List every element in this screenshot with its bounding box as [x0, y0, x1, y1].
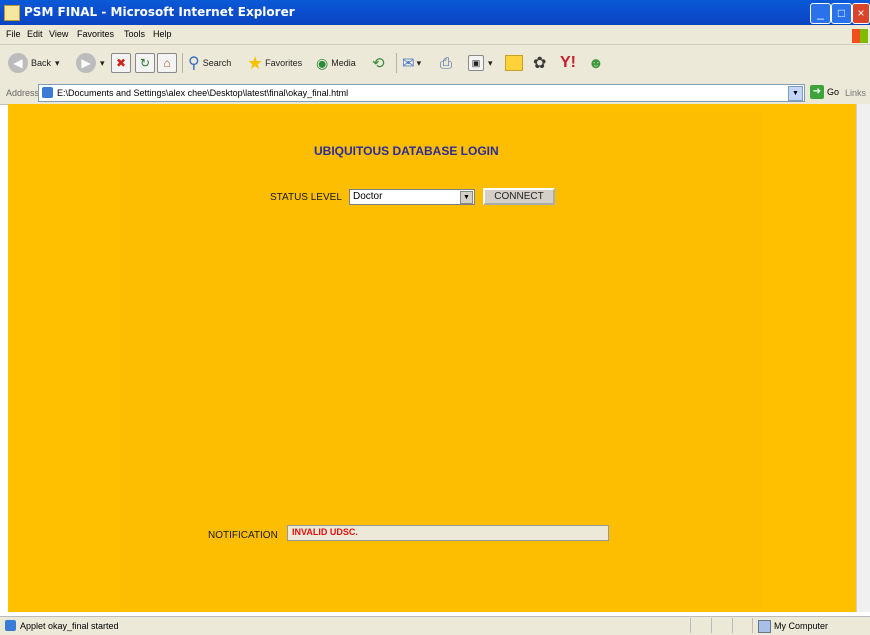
status-level-select[interactable]: Doctor ▼ — [349, 189, 475, 205]
media-icon: ◉ — [316, 54, 329, 71]
toolbar: ◀ Back ▾ ▶ ▾ ✖ ↻ ⌂ ⚲ Search ★ Favorites … — [0, 45, 870, 83]
back-label: Back — [31, 58, 52, 68]
search-button[interactable]: ⚲ Search — [188, 52, 231, 74]
toolbar-separator — [396, 53, 397, 73]
edit-button[interactable]: ▣ ▾ — [468, 52, 493, 74]
ie-page-icon — [42, 87, 53, 98]
messenger-icon: ✿ — [533, 55, 547, 72]
msn-messenger-button[interactable]: ☻ — [588, 52, 604, 74]
close-button[interactable]: × — [852, 3, 870, 24]
back-button[interactable]: ◀ Back ▾ — [8, 52, 60, 74]
chevron-down-icon[interactable]: ▾ — [488, 58, 493, 69]
security-zone: My Computer — [752, 618, 869, 633]
search-icon: ⚲ — [188, 55, 200, 72]
ie-page-icon — [4, 5, 20, 21]
menu-favorites[interactable]: Favorites — [77, 29, 114, 39]
chevron-down-icon[interactable]: ▾ — [100, 58, 105, 69]
edit-icon: ▣ — [468, 55, 484, 71]
favorites-label: Favorites — [265, 58, 303, 68]
history-button[interactable]: ⟲ — [372, 52, 385, 74]
menu-view[interactable]: View — [49, 29, 68, 39]
go-label: Go — [827, 87, 840, 97]
notification-value: INVALID UDSC. — [292, 527, 358, 537]
stop-icon: ✖ — [111, 53, 131, 73]
go-arrow-icon: ➜ — [810, 85, 824, 99]
applet-icon — [5, 620, 16, 631]
address-input[interactable]: E:\Documents and Settings\alex chee\Desk… — [38, 84, 805, 102]
windows-logo-icon — [852, 29, 868, 43]
status-level-value: Doctor — [353, 191, 383, 202]
chevron-down-icon[interactable]: ▼ — [788, 86, 803, 101]
print-icon: ⎙ — [440, 54, 453, 72]
menu-help[interactable]: Help — [153, 29, 172, 39]
folder-icon — [505, 55, 523, 71]
links-button[interactable]: Links — [845, 88, 866, 98]
chevron-down-icon[interactable]: ▾ — [417, 58, 422, 69]
refresh-icon: ↻ — [135, 53, 155, 73]
address-url: E:\Documents and Settings\alex chee\Desk… — [57, 88, 349, 98]
users-icon: ☻ — [588, 54, 604, 72]
status-cell — [690, 618, 711, 633]
toolbar-separator — [182, 53, 183, 73]
menu-tools[interactable]: Tools — [124, 29, 145, 39]
messenger-button[interactable]: ✿ — [533, 52, 546, 74]
window-title: PSM FINAL - Microsoft Internet Explorer — [24, 5, 295, 19]
chevron-down-icon[interactable]: ▾ — [55, 58, 60, 69]
computer-icon — [758, 620, 771, 633]
address-bar: Address E:\Documents and Settings\alex c… — [0, 82, 870, 105]
mail-button[interactable]: ✉ ▾ — [402, 52, 421, 74]
status-bar: Applet okay_final started My Computer — [0, 616, 870, 635]
status-level-label: STATUS LEVEL — [270, 192, 342, 203]
forward-arrow-icon: ▶ — [76, 53, 96, 73]
print-button[interactable]: ⎙ — [440, 52, 452, 74]
title-bar: PSM FINAL - Microsoft Internet Explorer … — [0, 0, 870, 25]
notification-field[interactable]: INVALID UDSC. — [287, 525, 609, 541]
chevron-down-icon[interactable]: ▼ — [460, 191, 473, 204]
minimize-button[interactable]: _ — [810, 3, 831, 24]
forward-button[interactable]: ▶ ▾ — [76, 52, 105, 74]
connect-button[interactable]: CONNECT — [483, 188, 555, 205]
mail-icon: ✉ — [402, 55, 415, 72]
back-arrow-icon: ◀ — [8, 53, 28, 73]
notes-button[interactable] — [505, 52, 523, 74]
status-cell — [711, 618, 732, 633]
address-label: Address — [6, 88, 40, 98]
yahoo-button[interactable]: Y! — [560, 52, 576, 74]
maximize-button[interactable]: □ — [831, 3, 852, 24]
home-icon: ⌂ — [157, 53, 177, 73]
go-button[interactable]: ➜ Go — [810, 85, 839, 99]
menu-edit[interactable]: Edit — [27, 29, 43, 39]
yahoo-icon: Y! — [560, 54, 576, 71]
favorites-button[interactable]: ★ Favorites — [247, 52, 302, 74]
zone-label: My Computer — [774, 621, 829, 631]
notification-label: NOTIFICATION — [208, 530, 278, 541]
star-icon: ★ — [247, 52, 264, 73]
vertical-scrollbar[interactable] — [856, 104, 870, 612]
stop-button[interactable]: ✖ — [111, 52, 131, 74]
home-button[interactable]: ⌂ — [157, 52, 177, 74]
menu-bar: File Edit View Favorites Tools Help — [0, 25, 870, 45]
status-text: Applet okay_final started — [20, 621, 119, 631]
status-cell — [732, 618, 753, 633]
media-label: Media — [331, 58, 356, 68]
history-icon: ⟲ — [372, 55, 385, 72]
search-label: Search — [202, 58, 232, 68]
menu-file[interactable]: File — [6, 29, 21, 39]
refresh-button[interactable]: ↻ — [135, 52, 155, 74]
media-button[interactable]: ◉ Media — [316, 52, 356, 74]
page-title: UBIQUITOUS DATABASE LOGIN — [314, 144, 499, 158]
